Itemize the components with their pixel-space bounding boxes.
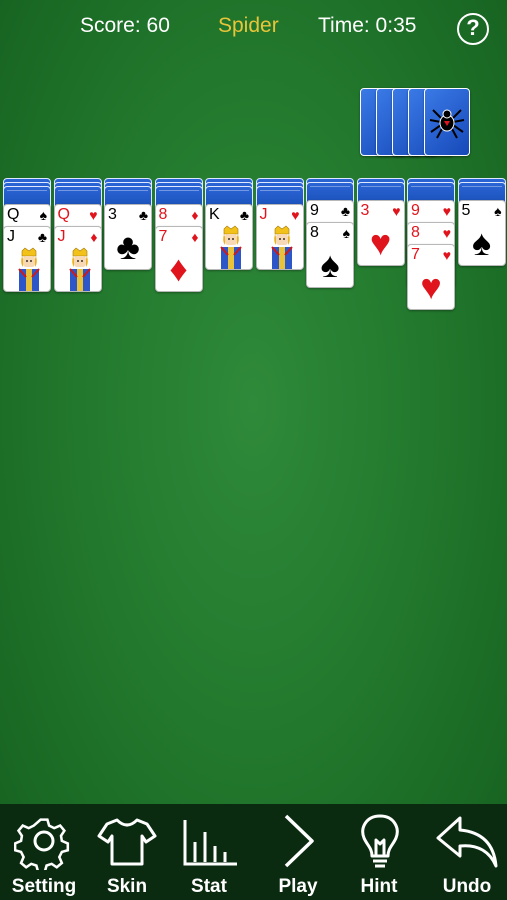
card-rank: Q [7,206,20,223]
setting-label: Setting [11,876,77,897]
card-suit: ♦ [191,229,199,245]
stat-label: Stat [191,876,227,897]
undo-arrow-icon [436,816,498,868]
playing-card[interactable]: 8 ♠ ♠ [306,222,354,288]
card-suit: ♣ [340,203,350,219]
bottom-toolbar: Setting Skin Stat Play Hint Undo [0,804,507,900]
card-rank: 8 [310,224,319,241]
card-center-pip: ♥ [369,222,392,263]
score-label: Score: 60 [80,14,170,37]
card-rank: 5 [461,202,471,219]
play-label: Play [278,876,318,897]
bar-chart-icon [183,820,237,866]
card-rank: Q [57,206,70,223]
card-center-pip: ♣ [116,226,140,267]
game-title: Spider [218,14,279,37]
hint-label: Hint [360,876,398,897]
help-button[interactable]: ? [457,13,489,45]
playing-card[interactable]: 7 ♦ ♦ [154,226,203,292]
help-icon: ? [466,15,480,40]
playing-card[interactable]: J ♥ [255,204,304,270]
hint-button[interactable]: Hint [350,812,408,898]
gear-icon [14,818,70,870]
card-suit: ♠ [342,225,350,241]
jack-face-icon [68,247,91,291]
skin-label: Skin [106,876,148,897]
chevron-right-icon [284,814,314,868]
playing-card[interactable]: 5 ♠ ♠ [457,200,506,266]
card-rank: 8 [158,206,168,223]
tshirt-icon [97,818,157,866]
playing-card[interactable]: J ♣ [3,226,51,292]
skin-button[interactable]: Skin [96,812,158,898]
card-rank: 7 [158,228,168,245]
card-rank: J [7,228,15,245]
undo-label: Undo [442,876,492,897]
card-rank: 3 [108,206,117,223]
card-suit: ♣ [37,229,47,245]
stat-button[interactable]: Stat [178,812,240,898]
playing-card[interactable]: 3 ♥ ♥ [356,200,405,266]
card-rank: 3 [360,202,370,219]
card-suit: ♦ [191,207,199,223]
spider-icon [429,109,465,139]
stock-card[interactable] [424,88,470,156]
card-rank: K [209,206,220,223]
card-suit: ♠ [494,203,502,219]
undo-button[interactable]: Undo [434,812,500,898]
playing-card[interactable]: J ♦ [53,226,102,292]
top-bar: Score: 60 Spider Time: 0:35 ? [0,0,507,56]
card-suit: ♥ [392,203,401,219]
card-suit: ♥ [442,203,451,219]
playing-card[interactable]: 7 ♥ ♥ [407,244,455,310]
card-center-pip: ♥ [420,266,442,307]
card-rank: 9 [310,202,319,219]
card-rank: 9 [411,202,420,219]
card-center-pip: ♠ [471,222,492,263]
card-center-pip: ♠ [320,244,340,285]
card-suit: ♥ [442,225,451,241]
card-center-pip: ♦ [169,248,188,289]
card-rank: 8 [411,224,420,241]
time-label: Time: 0:35 [318,14,417,37]
playing-card[interactable]: K ♣ [205,204,253,270]
setting-button[interactable]: Setting [6,812,82,898]
card-suit: ♥ [89,207,98,223]
card-suit: ♦ [90,229,98,245]
jack-face-icon [18,247,40,291]
card-suit: ♣ [138,207,148,223]
lightbulb-icon [361,814,399,868]
card-rank: 7 [411,246,420,263]
play-button[interactable]: Play [268,812,328,898]
tableau: Q ♠ J ♣ Q ♥ J ♦ 3 ♣ ♣ 8 ♦ 7 ♦ ♦ K ♣ J ♥ 9 ♣ 8 ♠ ♠ 3 ♥ ♥ 9 ♥ 8 ♥ 7 ♥ ♥ 5 ♠ ♠ [0,178,507,318]
card-rank: J [57,228,66,245]
card-suit: ♥ [442,247,451,263]
stock-pile[interactable] [360,88,475,158]
king-face-icon [220,225,242,269]
card-rank: J [259,206,268,223]
card-suit: ♠ [39,207,47,223]
card-suit: ♣ [239,207,249,223]
jack-face-icon [270,225,293,269]
card-suit: ♥ [291,207,300,223]
playing-card[interactable]: 3 ♣ ♣ [104,204,152,270]
